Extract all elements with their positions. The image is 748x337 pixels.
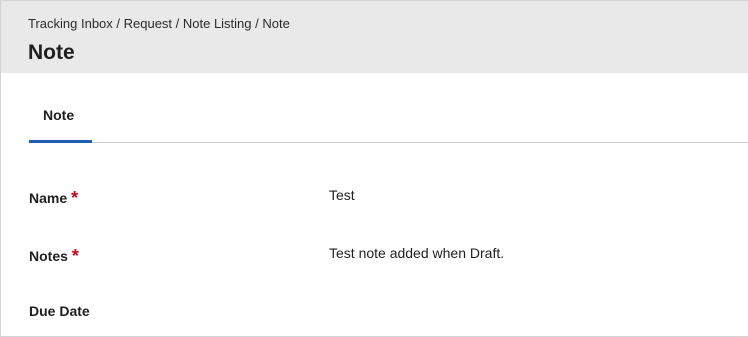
- due-date-field-row: Due Date: [1, 303, 748, 327]
- page-header: Tracking Inbox / Request / Note Listing …: [1, 1, 748, 73]
- notes-field-row: Notes * Test note added when Draft.: [1, 245, 748, 269]
- notes-label-text: Notes: [29, 248, 68, 264]
- tabs-divider: [92, 142, 748, 143]
- name-field-value: Test: [329, 187, 355, 203]
- notes-field-label: Notes *: [29, 245, 79, 266]
- tab-note-label: Note: [43, 107, 75, 123]
- page-title: Note: [28, 41, 75, 64]
- notes-required-mark: *: [71, 246, 79, 266]
- note-page: Tracking Inbox / Request / Note Listing …: [0, 0, 748, 337]
- due-date-field-label: Due Date: [29, 303, 90, 319]
- name-field-label: Name *: [29, 187, 78, 208]
- tab-note[interactable]: Note: [29, 105, 92, 143]
- tab-bar: Note: [1, 73, 748, 143]
- name-required-mark: *: [71, 188, 79, 208]
- name-label-text: Name: [29, 190, 68, 206]
- notes-field-value: Test note added when Draft.: [329, 245, 505, 261]
- name-field-row: Name * Test: [1, 187, 748, 211]
- active-tab-indicator: [29, 140, 92, 143]
- due-date-label-text: Due Date: [29, 303, 90, 319]
- breadcrumb: Tracking Inbox / Request / Note Listing …: [28, 16, 290, 31]
